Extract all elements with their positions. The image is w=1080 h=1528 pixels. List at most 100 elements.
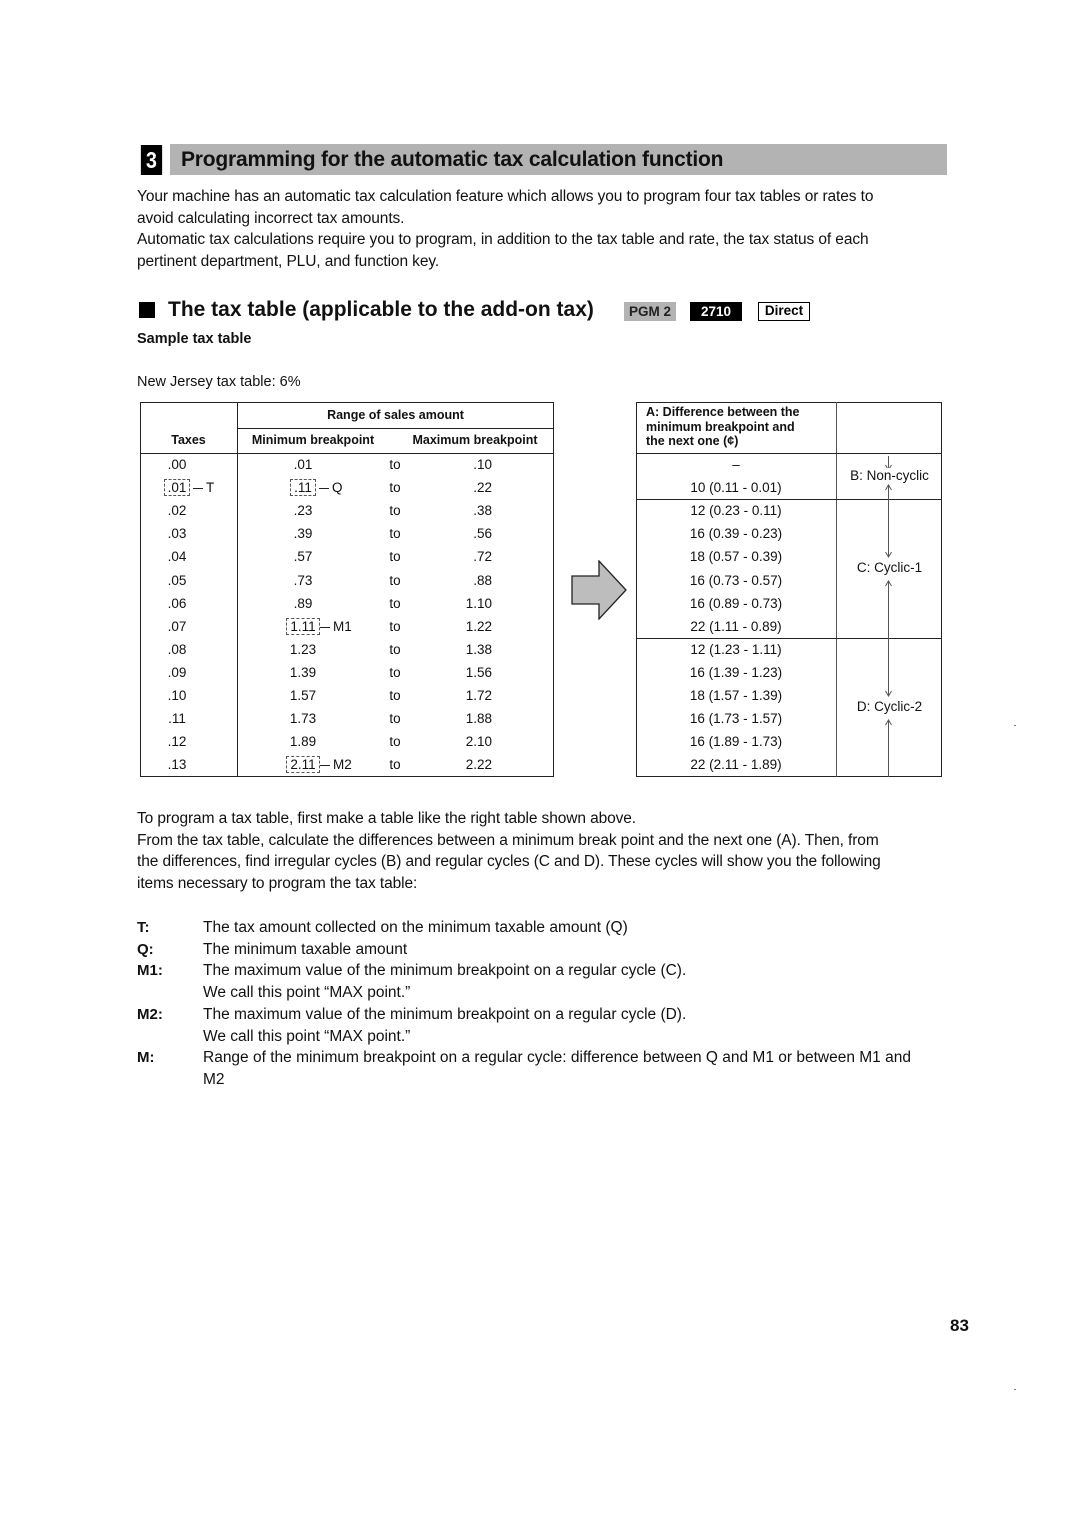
tax-value: .02 <box>167 503 187 519</box>
definition-line: Range of the minimum breakpoint on a reg… <box>203 1049 911 1067</box>
definition-line: The minimum taxable amount <box>203 940 408 958</box>
header-range-of-sales: Range of sales amount <box>327 408 464 422</box>
difference-cell: 18 (1.57 - 1.39) <box>689 688 783 703</box>
max-breakpoint-cell: .10 <box>473 457 492 472</box>
marker-label: Q <box>319 476 343 499</box>
right-arrow-icon <box>571 560 627 620</box>
explanation-line: From the tax table, calculate the differ… <box>137 831 879 849</box>
tax-cell: .11 <box>140 707 214 730</box>
tax-cell: .08 <box>140 638 214 661</box>
tax-value: .07 <box>167 618 187 634</box>
definition-key: M1: <box>137 962 163 980</box>
min-breakpoint-cell: .89 <box>253 592 353 615</box>
min-breakpoint-value: .39 <box>293 526 313 542</box>
group-label-cyclic-1: C: Cyclic-1 <box>837 560 942 575</box>
definition-text: The tax amount collected on the minimum … <box>203 917 958 939</box>
definition-line: The maximum value of the minimum breakpo… <box>203 962 687 980</box>
definition-line: We call this point “MAX point.” <box>203 1027 411 1045</box>
square-bullet-icon <box>139 302 155 318</box>
tax-value: .08 <box>167 641 187 657</box>
separator-to: to <box>389 572 401 588</box>
min-breakpoint-cell: .39 <box>253 522 353 545</box>
max-breakpoint-cell: .88 <box>473 572 492 588</box>
marker-text: M1 <box>333 618 352 634</box>
separator-to: to <box>389 641 401 657</box>
min-breakpoint-cell: 1.57 <box>253 684 353 707</box>
difference-cell: 12 (0.23 - 0.11) <box>690 503 782 519</box>
tax-value: .13 <box>167 757 187 773</box>
scan-mark <box>1014 725 1016 726</box>
difference-cell: 10 (0.11 - 0.01) <box>690 480 782 496</box>
header-line: the next one (¢) <box>646 434 739 448</box>
page-number: 83 <box>950 1316 969 1335</box>
explanation-line: To program a tax table, first make a tab… <box>137 810 637 827</box>
min-breakpoint-value: 2.11 <box>286 756 320 774</box>
table-divider <box>237 428 554 429</box>
min-breakpoint-cell: 1.23 <box>253 638 353 661</box>
definition-key: M: <box>137 1049 155 1067</box>
min-breakpoint-value: 1.11 <box>286 617 320 635</box>
header-taxes: Taxes <box>171 433 206 447</box>
separator-to: to <box>389 480 401 496</box>
min-breakpoint-value: 1.73 <box>289 711 317 727</box>
tax-value: .10 <box>167 688 187 703</box>
min-breakpoint-cell: .73 <box>253 569 353 592</box>
definition-text: The minimum taxable amount <box>203 939 958 961</box>
tax-value: .00 <box>167 457 187 472</box>
marker-label: T <box>193 476 214 499</box>
marker-label: M2 <box>320 753 352 776</box>
tax-value: .09 <box>167 664 187 680</box>
table-divider <box>237 402 238 777</box>
min-breakpoint-cell: 1.39 <box>253 661 353 684</box>
separator-to: to <box>389 457 401 472</box>
definition-line: We call this point “MAX point.” <box>203 984 411 1002</box>
min-breakpoint-value: .11 <box>290 479 316 497</box>
cycle-arrows <box>885 456 892 777</box>
definition-line: The maximum value of the minimum breakpo… <box>203 1005 687 1023</box>
tax-value: .06 <box>167 595 187 611</box>
difference-cell: – <box>732 457 740 472</box>
intro-line: Automatic tax calculations require you t… <box>137 231 869 249</box>
tax-cell: .02 <box>140 499 214 522</box>
max-breakpoint-cell: .38 <box>473 503 492 519</box>
definition-text: Range of the minimum breakpoint on a reg… <box>203 1047 958 1090</box>
separator-to: to <box>389 595 401 611</box>
separator-to: to <box>389 711 401 727</box>
scan-mark <box>1014 1389 1016 1390</box>
group-label-text: B: Non-cyclic <box>850 468 929 483</box>
difference-cell: 22 (1.11 - 0.89) <box>690 618 782 634</box>
difference-cell: 16 (1.73 - 1.57) <box>689 711 783 727</box>
min-breakpoint-cell: .57 <box>253 545 353 568</box>
header-difference: A: Difference between the minimum breakp… <box>646 405 836 449</box>
difference-cell: 16 (0.73 - 0.57) <box>689 572 783 588</box>
difference-cell: 18 (0.57 - 0.39) <box>689 549 783 565</box>
difference-cell: 16 (0.89 - 0.73) <box>689 595 783 611</box>
max-breakpoint-cell: 1.38 <box>465 641 492 657</box>
max-breakpoint-cell: 2.10 <box>465 734 492 750</box>
intro-paragraph: Your machine has an automatic tax calcul… <box>137 186 952 273</box>
group-label-cyclic-2: D: Cyclic-2 <box>837 699 942 714</box>
tax-value: .04 <box>167 549 187 565</box>
separator-to: to <box>389 734 401 750</box>
min-breakpoint-value: .01 <box>293 457 313 472</box>
definition-key: T: <box>137 919 150 936</box>
tax-value: .11 <box>168 711 186 727</box>
marker-label: M1 <box>320 615 352 638</box>
min-breakpoint-cell: 1.89 <box>253 730 353 753</box>
min-breakpoint-cell: .01 <box>253 453 353 476</box>
separator-to: to <box>389 526 401 542</box>
separator-to: to <box>389 757 401 773</box>
min-breakpoint-cell: .23 <box>253 499 353 522</box>
max-breakpoint-cell: 1.88 <box>465 711 492 727</box>
header-line: A: Difference between the <box>646 405 800 419</box>
tax-cell: .09 <box>140 661 214 684</box>
difference-cell: 16 (1.89 - 1.73) <box>689 734 783 750</box>
min-breakpoint-value: .89 <box>293 595 313 611</box>
separator-to: to <box>389 549 401 565</box>
subsection-title: The tax table (applicable to the add-on … <box>168 298 594 321</box>
max-breakpoint-cell: 1.72 <box>465 688 492 703</box>
min-breakpoint-value: 1.89 <box>289 734 317 750</box>
difference-cell: 16 (0.39 - 0.23) <box>689 526 783 542</box>
definition-text: The maximum value of the minimum breakpo… <box>203 960 958 1003</box>
tax-cell: .04 <box>140 545 214 568</box>
